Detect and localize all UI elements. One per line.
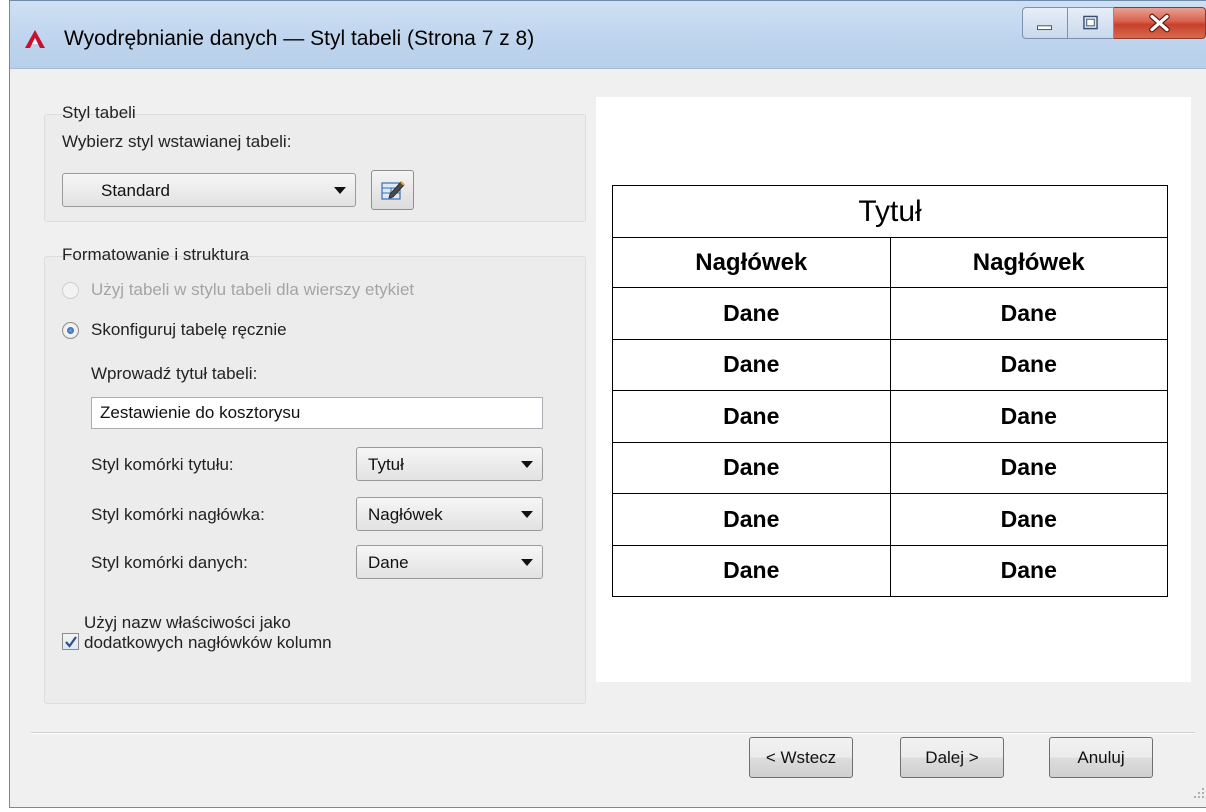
preview-data-row: Dane Dane	[612, 338, 1168, 391]
close-icon	[1149, 13, 1170, 33]
table-preview: Tytuł Nagłówek Nagłówek Dane Dane Dane D…	[596, 97, 1191, 682]
preview-data-cell: Dane	[889, 287, 1168, 340]
chevron-down-icon	[334, 187, 346, 194]
button-separator	[31, 732, 1195, 734]
minimize-button[interactable]	[1022, 7, 1068, 39]
maximize-button[interactable]	[1068, 7, 1114, 39]
table-title-input[interactable]	[91, 397, 543, 429]
table-style-edit-button[interactable]	[371, 170, 414, 210]
data-cell-style-dropdown[interactable]: Dane	[356, 545, 543, 579]
radio-selected-dot	[67, 327, 74, 334]
preview-data-cell: Dane	[889, 493, 1168, 546]
preview-data-cell: Dane	[889, 441, 1168, 494]
maximize-icon	[1083, 15, 1098, 30]
preview-title-row: Tytuł	[612, 185, 1168, 238]
manual-config-radio[interactable]	[62, 322, 79, 339]
preview-data-cell: Dane	[889, 390, 1168, 443]
data-cell-style-label: Styl komórki danych:	[91, 553, 248, 572]
preview-title: Tytuł	[612, 185, 1168, 238]
minimize-icon	[1037, 25, 1053, 31]
table-title-label: Wprowadź tytuł tabeli:	[91, 364, 258, 383]
preview-data-row: Dane Dane	[612, 544, 1168, 597]
back-button[interactable]: < Wstecz	[749, 737, 853, 778]
table-style-dropdown[interactable]: Standard	[62, 173, 356, 207]
checkmark-icon	[65, 636, 77, 648]
preview-header-row: Nagłówek Nagłówek	[612, 237, 1168, 288]
manual-config-radio-label: Skonfiguruj tabelę ręcznie	[91, 320, 287, 339]
table-style-dropdown-value: Standard	[101, 181, 170, 200]
preview-data-cell: Dane	[612, 390, 891, 443]
next-button[interactable]: Dalej >	[900, 737, 1004, 778]
preview-data-cell: Dane	[612, 493, 891, 546]
table-style-select-label: Wybierz styl wstawianej tabeli:	[62, 132, 292, 151]
preview-data-row: Dane Dane	[612, 441, 1168, 494]
data-cell-style-value: Dane	[368, 553, 409, 572]
cancel-button[interactable]: Anuluj	[1049, 737, 1153, 778]
window-title: Wyodrębnianie danych — Styl tabeli (Stro…	[64, 27, 535, 50]
preview-data-cell: Dane	[612, 338, 891, 391]
property-names-checkbox-label-line1: Użyj nazw właściwości jako	[84, 613, 291, 632]
preview-data-row: Dane Dane	[612, 493, 1168, 546]
preview-data-cell: Dane	[612, 544, 891, 597]
chevron-down-icon	[521, 461, 533, 468]
title-cell-style-dropdown[interactable]: Tytuł	[356, 447, 543, 481]
title-cell-style-value: Tytuł	[368, 455, 404, 474]
preview-header: Nagłówek	[889, 237, 1168, 288]
preview-data-row: Dane Dane	[612, 287, 1168, 340]
preview-data-cell: Dane	[889, 338, 1168, 391]
preview-data-cell: Dane	[612, 441, 891, 494]
preview-header: Nagłówek	[612, 237, 891, 288]
title-cell-style-label: Styl komórki tytułu:	[91, 455, 234, 474]
title-bar[interactable]: Wyodrębnianie danych — Styl tabeli (Stro…	[10, 1, 1206, 69]
dialog-window: Wyodrębnianie danych — Styl tabeli (Stro…	[9, 0, 1206, 808]
header-cell-style-dropdown[interactable]: Nagłówek	[356, 497, 543, 531]
property-names-checkbox-label-line2: dodatkowych nagłówków kolumn	[84, 633, 332, 652]
autocad-app-icon	[25, 30, 45, 48]
chevron-down-icon	[521, 511, 533, 518]
header-cell-style-value: Nagłówek	[368, 505, 443, 524]
dialog-body: Styl tabeli Wybierz styl wstawianej tabe…	[11, 70, 1206, 807]
resize-grip-icon[interactable]	[1191, 785, 1205, 799]
preview-data-cell: Dane	[612, 287, 891, 340]
preview-table: Tytuł Nagłówek Nagłówek Dane Dane Dane D…	[612, 185, 1168, 597]
table-style-group-label: Styl tabeli	[62, 103, 136, 122]
table-style-edit-icon	[381, 181, 405, 200]
property-names-checkbox[interactable]	[62, 633, 79, 650]
use-table-style-radio[interactable]	[62, 282, 79, 299]
preview-data-row: Dane Dane	[612, 390, 1168, 443]
use-table-style-radio-label: Użyj tabeli w stylu tabeli dla wierszy e…	[91, 280, 415, 299]
preview-data-cell: Dane	[889, 544, 1168, 597]
chevron-down-icon	[521, 559, 533, 566]
header-cell-style-label: Styl komórki nagłówka:	[91, 505, 265, 524]
close-button[interactable]	[1114, 7, 1206, 39]
formatting-group-label: Formatowanie i struktura	[62, 245, 250, 264]
